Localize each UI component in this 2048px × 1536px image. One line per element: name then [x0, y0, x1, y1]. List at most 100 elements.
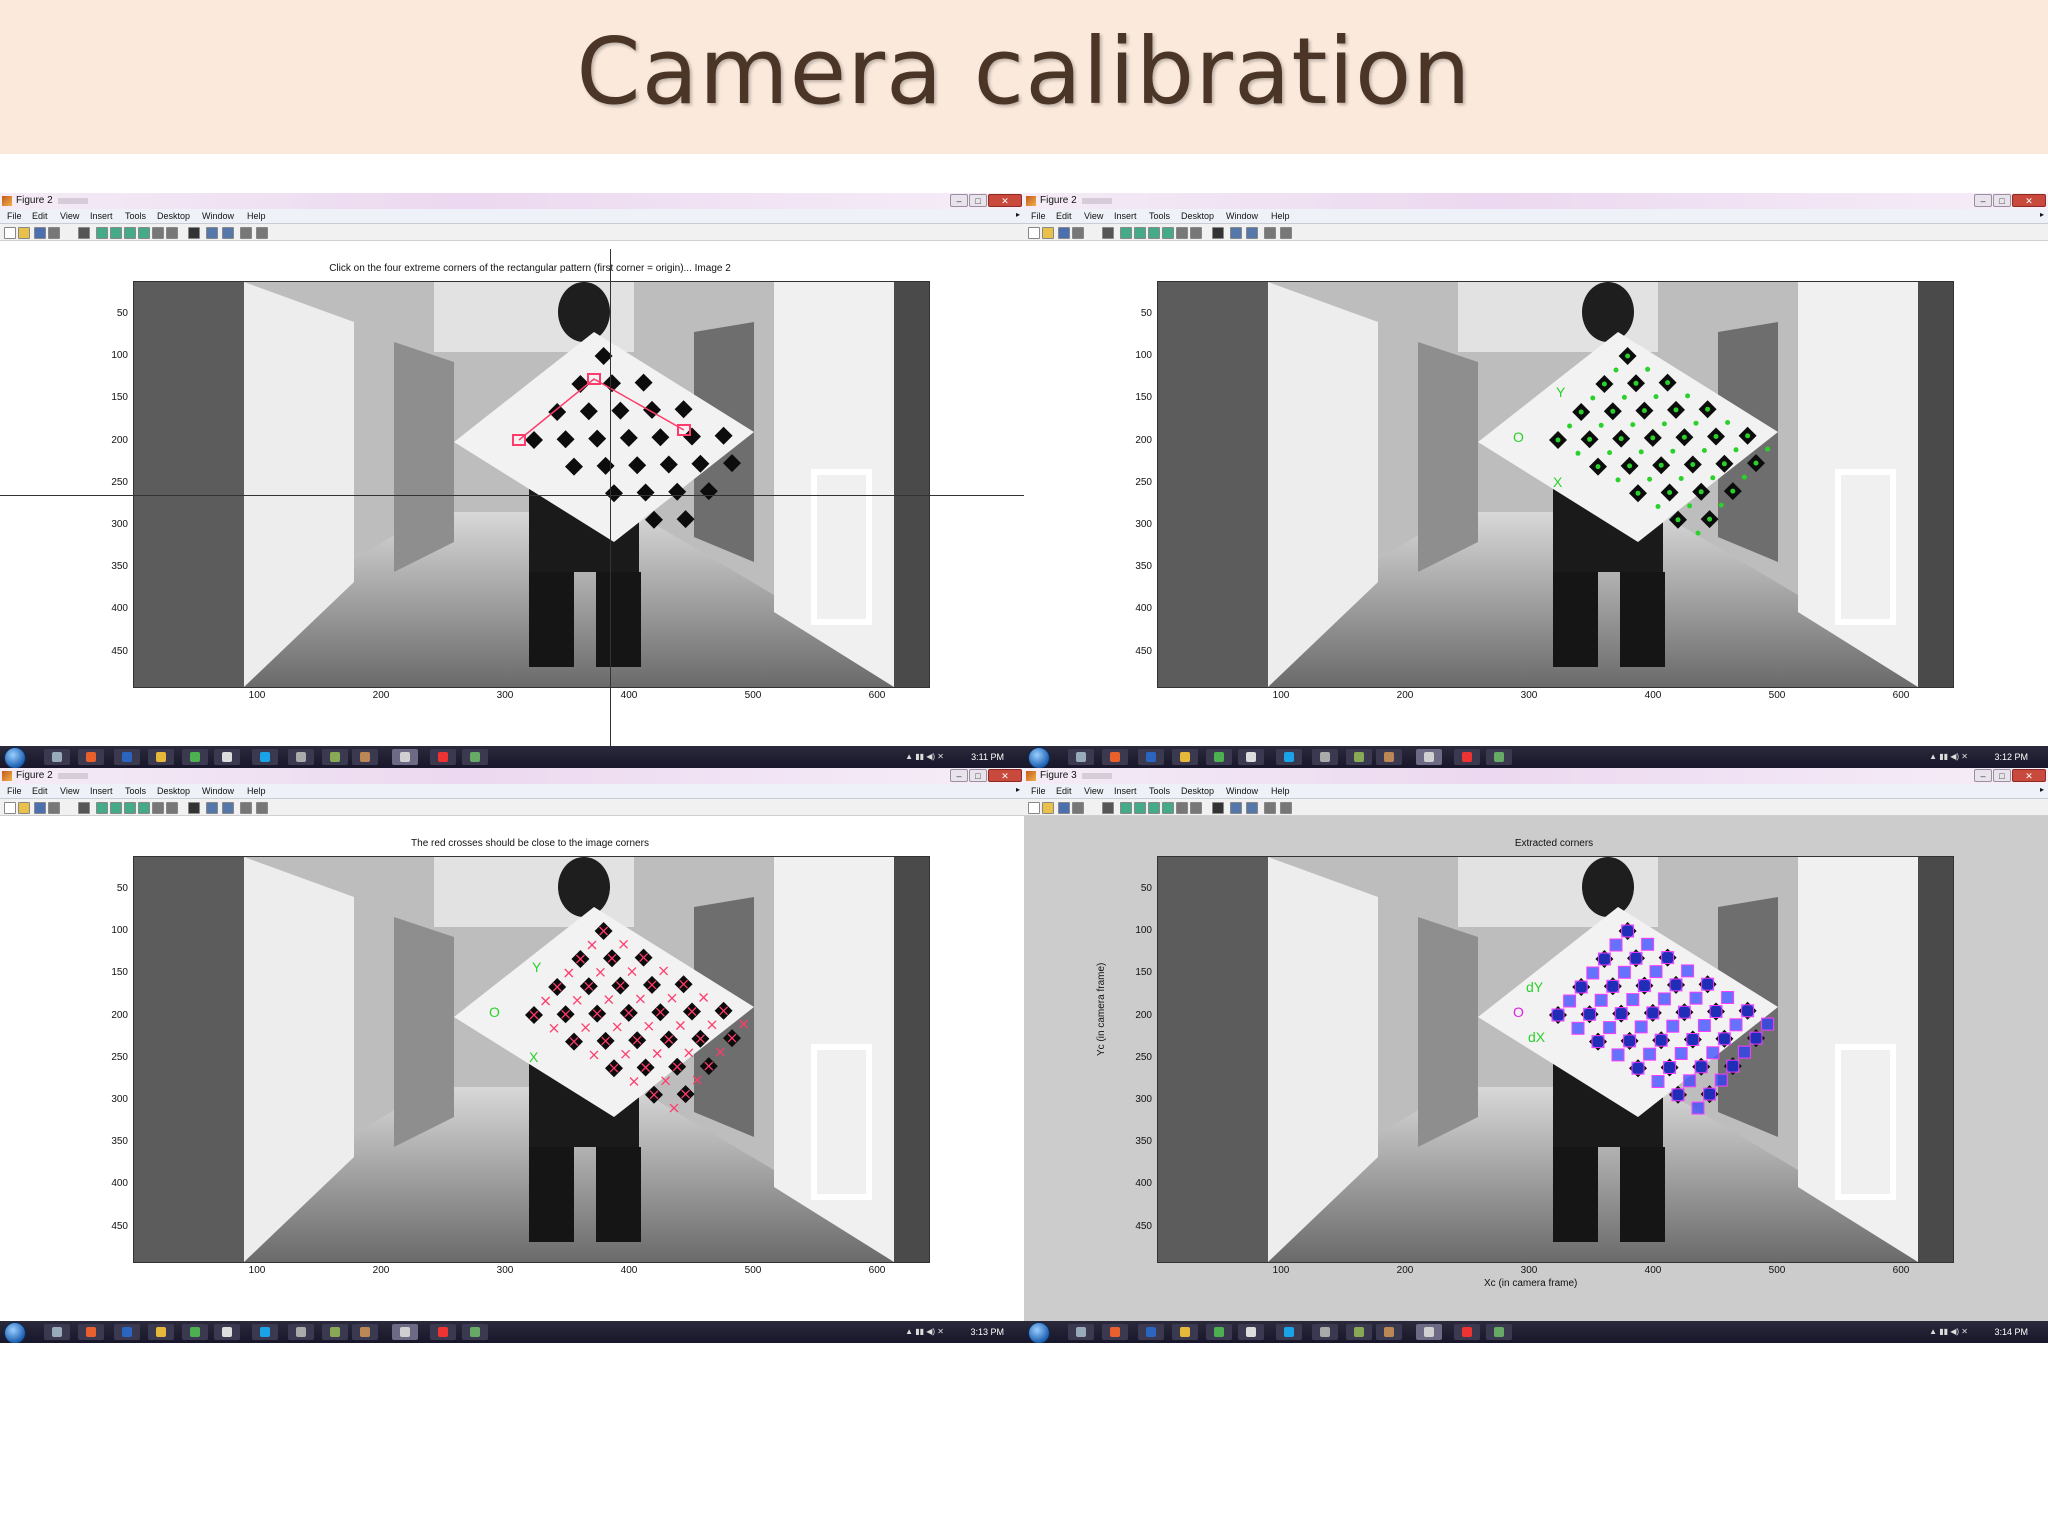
- close-icon[interactable]: ✕: [2012, 769, 2046, 782]
- toolbar-icon[interactable]: [124, 802, 136, 814]
- menu-tools[interactable]: Tools: [1149, 786, 1170, 796]
- menu-edit[interactable]: Edit: [1056, 786, 1072, 796]
- window-titlebar[interactable]: Figure 2 – □ ✕: [1024, 193, 2048, 209]
- menu-view[interactable]: View: [1084, 211, 1103, 221]
- taskbar-app-icon[interactable]: [1454, 1324, 1480, 1340]
- menu-desktop[interactable]: Desktop: [1181, 786, 1214, 796]
- menu-arrow-icon[interactable]: ▸: [1016, 785, 1020, 794]
- menu-desktop[interactable]: Desktop: [1181, 211, 1214, 221]
- taskbar-app-icon[interactable]: [462, 749, 488, 765]
- taskbar-app-icon[interactable]: [1138, 1324, 1164, 1340]
- toolbar-icon[interactable]: [1162, 227, 1174, 239]
- toolbar-icon[interactable]: [18, 227, 30, 239]
- taskbar-app-icon[interactable]: [1172, 1324, 1198, 1340]
- menu-desktop[interactable]: Desktop: [157, 211, 190, 221]
- taskbar-app-icon[interactable]: [322, 749, 348, 765]
- taskbar-app-icon[interactable]: [352, 749, 378, 765]
- taskbar-app-icon[interactable]: [1376, 749, 1402, 765]
- toolbar-icon[interactable]: [34, 227, 46, 239]
- window-titlebar[interactable]: Figure 2 – □ ✕: [0, 193, 1024, 209]
- menu-insert[interactable]: Insert: [90, 211, 113, 221]
- taskbar-app-icon[interactable]: [392, 749, 418, 765]
- toolbar-icon[interactable]: [1264, 802, 1276, 814]
- taskbar-app-icon[interactable]: [114, 1324, 140, 1340]
- taskbar-app-icon[interactable]: [1238, 749, 1264, 765]
- toolbar-icon[interactable]: [4, 227, 16, 239]
- toolbar-icon[interactable]: [1280, 802, 1292, 814]
- toolbar-icon[interactable]: [1190, 227, 1202, 239]
- toolbar-icon[interactable]: [1102, 227, 1114, 239]
- start-orb-icon[interactable]: [4, 1322, 26, 1343]
- toolbar-icon[interactable]: [1280, 227, 1292, 239]
- toolbar-icon[interactable]: [1176, 227, 1188, 239]
- minimize-icon[interactable]: –: [950, 769, 968, 782]
- toolbar-icon[interactable]: [222, 802, 234, 814]
- taskbar-app-icon[interactable]: [1346, 1324, 1372, 1340]
- toolbar-icon[interactable]: [152, 802, 164, 814]
- taskbar-app-icon[interactable]: [148, 749, 174, 765]
- menu-help[interactable]: Help: [1271, 211, 1290, 221]
- toolbar-icon[interactable]: [1134, 227, 1146, 239]
- taskbar-app-icon[interactable]: [214, 749, 240, 765]
- toolbar-icon[interactable]: [1072, 802, 1084, 814]
- taskbar-app-icon[interactable]: [1346, 749, 1372, 765]
- taskbar-app-icon[interactable]: [1312, 1324, 1338, 1340]
- toolbar-icon[interactable]: [188, 227, 200, 239]
- close-icon[interactable]: ✕: [2012, 194, 2046, 207]
- menu-insert[interactable]: Insert: [1114, 211, 1137, 221]
- toolbar-icon[interactable]: [222, 227, 234, 239]
- taskbar-app-icon[interactable]: [44, 1324, 70, 1340]
- taskbar-app-icon[interactable]: [1206, 1324, 1232, 1340]
- menu-window[interactable]: Window: [202, 786, 234, 796]
- toolbar-icon[interactable]: [48, 802, 60, 814]
- taskbar-app-icon[interactable]: [182, 1324, 208, 1340]
- toolbar-icon[interactable]: [110, 802, 122, 814]
- menu-help[interactable]: Help: [247, 211, 266, 221]
- menu-desktop[interactable]: Desktop: [157, 786, 190, 796]
- taskbar-app-icon[interactable]: [182, 749, 208, 765]
- close-icon[interactable]: ✕: [988, 194, 1022, 207]
- taskbar-app-icon[interactable]: [44, 749, 70, 765]
- taskbar-app-icon[interactable]: [430, 749, 456, 765]
- taskbar-app-icon[interactable]: [1138, 749, 1164, 765]
- maximize-icon[interactable]: □: [1993, 769, 2011, 782]
- taskbar-app-icon[interactable]: [1276, 749, 1302, 765]
- taskbar-app-icon[interactable]: [1172, 749, 1198, 765]
- toolbar-icon[interactable]: [166, 802, 178, 814]
- taskbar-app-icon[interactable]: [1312, 749, 1338, 765]
- menu-view[interactable]: View: [1084, 786, 1103, 796]
- taskbar-app-icon[interactable]: [114, 749, 140, 765]
- menu-arrow-icon[interactable]: ▸: [2040, 785, 2044, 794]
- taskbar-app-icon[interactable]: [1238, 1324, 1264, 1340]
- maximize-icon[interactable]: □: [1993, 194, 2011, 207]
- taskbar-app-icon[interactable]: [252, 749, 278, 765]
- toolbar-icon[interactable]: [1230, 802, 1242, 814]
- menu-file[interactable]: File: [1031, 786, 1046, 796]
- start-orb-icon[interactable]: [1028, 1322, 1050, 1343]
- taskbar-app-icon[interactable]: [1376, 1324, 1402, 1340]
- toolbar-icon[interactable]: [240, 227, 252, 239]
- toolbar-icon[interactable]: [1120, 802, 1132, 814]
- taskbar-app-icon[interactable]: [462, 1324, 488, 1340]
- toolbar-icon[interactable]: [152, 227, 164, 239]
- taskbar-app-icon[interactable]: [1486, 749, 1512, 765]
- toolbar-icon[interactable]: [124, 227, 136, 239]
- menu-arrow-icon[interactable]: ▸: [1016, 210, 1020, 219]
- taskbar-app-icon[interactable]: [1416, 749, 1442, 765]
- taskbar-app-icon[interactable]: [1416, 1324, 1442, 1340]
- toolbar-icon[interactable]: [256, 802, 268, 814]
- toolbar-icon[interactable]: [110, 227, 122, 239]
- taskbar-app-icon[interactable]: [1276, 1324, 1302, 1340]
- taskbar-app-icon[interactable]: [1068, 749, 1094, 765]
- minimize-icon[interactable]: –: [1974, 194, 1992, 207]
- menu-file[interactable]: File: [1031, 211, 1046, 221]
- toolbar-icon[interactable]: [256, 227, 268, 239]
- taskbar-app-icon[interactable]: [214, 1324, 240, 1340]
- toolbar-icon[interactable]: [1264, 227, 1276, 239]
- toolbar-icon[interactable]: [206, 227, 218, 239]
- start-orb-icon[interactable]: [4, 747, 26, 768]
- taskbar-app-icon[interactable]: [1206, 749, 1232, 765]
- taskbar-app-icon[interactable]: [252, 1324, 278, 1340]
- window-titlebar[interactable]: Figure 3 – □ ✕: [1024, 768, 2048, 784]
- minimize-icon[interactable]: –: [1974, 769, 1992, 782]
